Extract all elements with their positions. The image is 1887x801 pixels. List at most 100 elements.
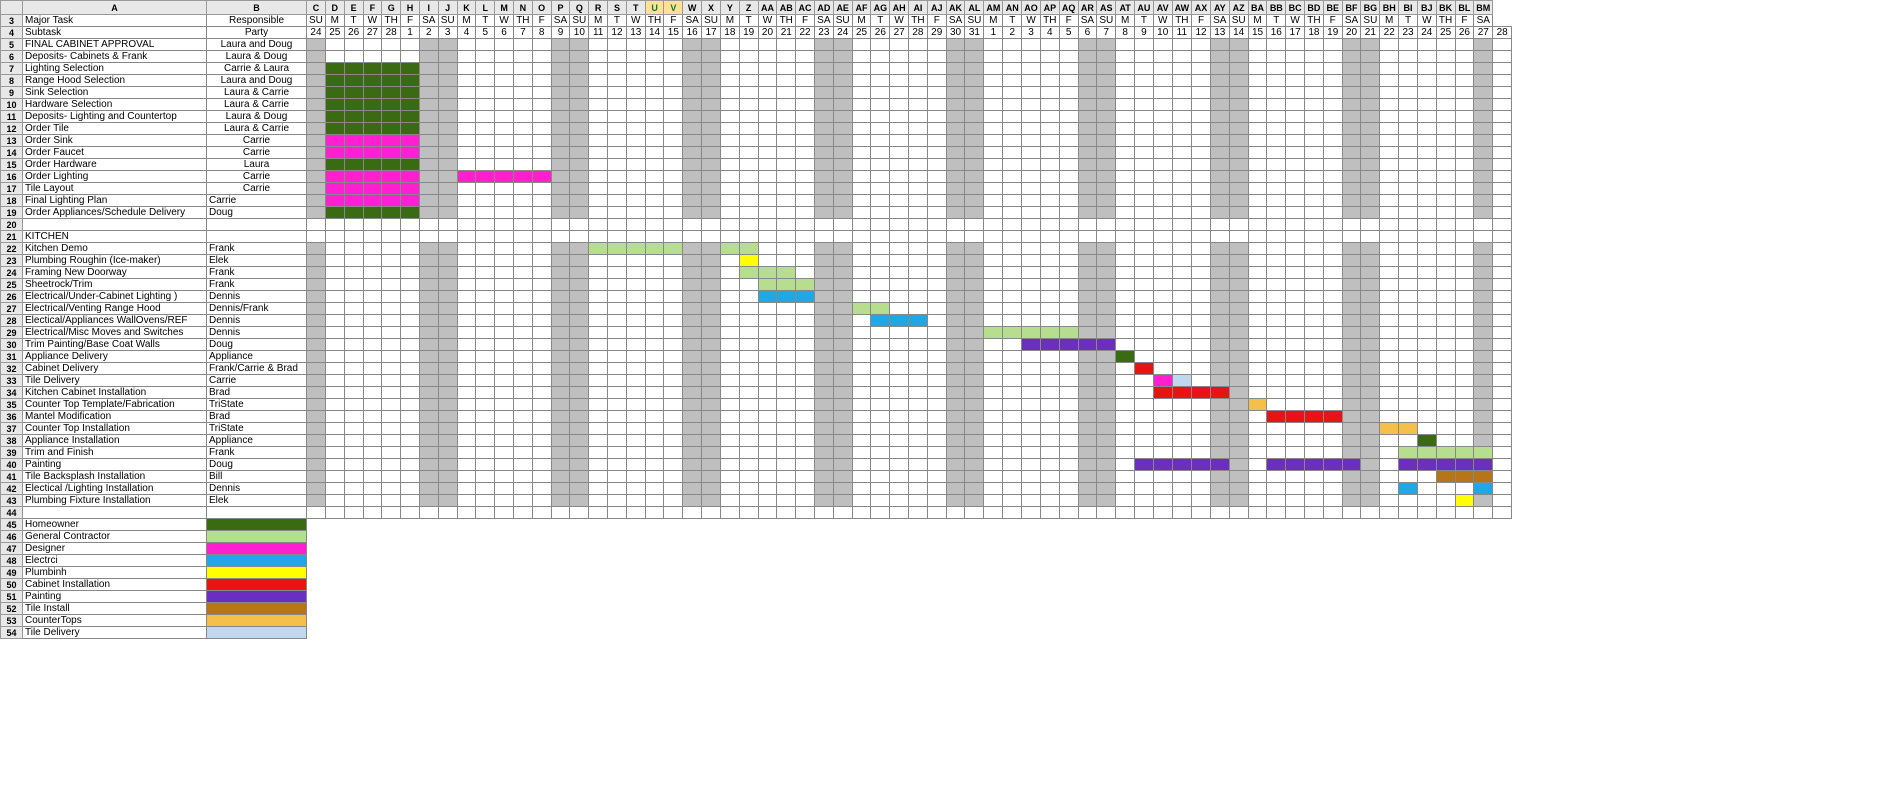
- cell-r31-d16[interactable]: [608, 351, 627, 363]
- cell-r40-d8[interactable]: [457, 459, 476, 471]
- cell-r6-d9[interactable]: [476, 51, 495, 63]
- cell-r11-d59[interactable]: [1417, 111, 1436, 123]
- cell-r35-d34[interactable]: [946, 399, 965, 411]
- cell-r32-d2[interactable]: [344, 363, 363, 375]
- cell-r33-d58[interactable]: [1399, 375, 1418, 387]
- cell-r15-d63[interactable]: [1493, 159, 1512, 171]
- cell-r5-d15[interactable]: [589, 39, 608, 51]
- cell-r24-d6[interactable]: [419, 267, 438, 279]
- cell-r32-d14[interactable]: [570, 363, 589, 375]
- cell-r27-d42[interactable]: [1097, 303, 1116, 315]
- cell-r16-d56[interactable]: [1361, 171, 1380, 183]
- cell-r17-d11[interactable]: [513, 183, 532, 195]
- cell-r29-d45[interactable]: [1153, 327, 1172, 339]
- cell-r7-d19[interactable]: [664, 63, 683, 75]
- cell-r27-d56[interactable]: [1361, 303, 1380, 315]
- cell-A4[interactable]: Subtask: [23, 27, 207, 39]
- cell-r16-d43[interactable]: [1116, 171, 1135, 183]
- cell-r9-d12[interactable]: [532, 87, 551, 99]
- cell-r16-d15[interactable]: [589, 171, 608, 183]
- cell-r13-d3[interactable]: [363, 135, 382, 147]
- cell-r7-d54[interactable]: [1323, 63, 1342, 75]
- cell-r28-d12[interactable]: [532, 315, 551, 327]
- cell-r7-d45[interactable]: [1153, 63, 1172, 75]
- cell-r23-d1[interactable]: [325, 255, 344, 267]
- cell-r35-d56[interactable]: [1361, 399, 1380, 411]
- cell-r28-d36[interactable]: [984, 315, 1003, 327]
- date-56[interactable]: 21: [1361, 27, 1380, 39]
- cell-r13-d36[interactable]: [984, 135, 1003, 147]
- task-name-23[interactable]: Plumbing Roughin (Ice-maker): [23, 255, 207, 267]
- cell-r10-d23[interactable]: [739, 99, 758, 111]
- cell-r7-d37[interactable]: [1003, 63, 1022, 75]
- cell-r31-d59[interactable]: [1417, 351, 1436, 363]
- cell-r23-d28[interactable]: [833, 255, 852, 267]
- cell-r31-d56[interactable]: [1361, 351, 1380, 363]
- cell-r7-d60[interactable]: [1436, 63, 1455, 75]
- task-party-22[interactable]: Frank: [207, 243, 307, 255]
- row-header-49[interactable]: 49: [1, 567, 23, 579]
- cell-r26-d6[interactable]: [419, 291, 438, 303]
- cell-r21-d51[interactable]: [1267, 231, 1286, 243]
- cell-r36-d21[interactable]: [702, 411, 721, 423]
- cell-r10-d55[interactable]: [1342, 99, 1361, 111]
- cell-r41-d36[interactable]: [984, 471, 1003, 483]
- cell-r14-d9[interactable]: [476, 147, 495, 159]
- cell-r42-d24[interactable]: [758, 483, 777, 495]
- cell-r39-d54[interactable]: [1323, 447, 1342, 459]
- cell-r25-d59[interactable]: [1417, 279, 1436, 291]
- cell-r35-d36[interactable]: [984, 399, 1003, 411]
- cell-r42-d32[interactable]: [909, 483, 928, 495]
- date-55[interactable]: 20: [1342, 27, 1361, 39]
- date-41[interactable]: 6: [1078, 27, 1097, 39]
- cell-r22-d57[interactable]: [1380, 243, 1399, 255]
- cell-r14-d3[interactable]: [363, 147, 382, 159]
- date-4[interactable]: 28: [382, 27, 401, 39]
- cell-r35-d11[interactable]: [513, 399, 532, 411]
- cell-r42-d35[interactable]: [965, 483, 984, 495]
- cell-r28-d39[interactable]: [1040, 315, 1059, 327]
- cell-r6-d10[interactable]: [495, 51, 514, 63]
- cell-r7-d39[interactable]: [1040, 63, 1059, 75]
- cell-r19-d33[interactable]: [927, 207, 946, 219]
- weekday-47[interactable]: F: [1192, 15, 1211, 27]
- cell-r18-d49[interactable]: [1229, 195, 1248, 207]
- col-header-R[interactable]: R: [589, 1, 608, 15]
- cell-r20-d34[interactable]: [946, 219, 965, 231]
- cell-r35-d50[interactable]: [1248, 399, 1267, 411]
- cell-r5-d30[interactable]: [871, 39, 890, 51]
- cell-r6-d54[interactable]: [1323, 51, 1342, 63]
- cell-r31-d41[interactable]: [1078, 351, 1097, 363]
- cell-r7-d32[interactable]: [909, 63, 928, 75]
- cell-r5-d57[interactable]: [1380, 39, 1399, 51]
- cell-r8-d48[interactable]: [1210, 75, 1229, 87]
- cell-r15-d59[interactable]: [1417, 159, 1436, 171]
- cell-r26-d46[interactable]: [1172, 291, 1192, 303]
- task-party-34[interactable]: Brad: [207, 387, 307, 399]
- cell-r18-d23[interactable]: [739, 195, 758, 207]
- cell-r20-d32[interactable]: [909, 219, 928, 231]
- cell-r14-d57[interactable]: [1380, 147, 1399, 159]
- cell-r28-d30[interactable]: [871, 315, 890, 327]
- cell-r27-d10[interactable]: [495, 303, 514, 315]
- cell-r18-d35[interactable]: [965, 195, 984, 207]
- cell-r7-d38[interactable]: [1022, 63, 1041, 75]
- cell-r29-d25[interactable]: [777, 327, 796, 339]
- weekday-7[interactable]: SU: [438, 15, 457, 27]
- col-header-AD[interactable]: AD: [814, 1, 833, 15]
- cell-r17-d60[interactable]: [1436, 183, 1455, 195]
- cell-r19-d53[interactable]: [1305, 207, 1324, 219]
- cell-r28-d26[interactable]: [796, 315, 815, 327]
- cell-r24-d60[interactable]: [1436, 267, 1455, 279]
- cell-r5-d20[interactable]: [683, 39, 702, 51]
- cell-r32-d59[interactable]: [1417, 363, 1436, 375]
- cell-r38-d37[interactable]: [1003, 435, 1022, 447]
- cell-r44-d18[interactable]: [645, 507, 664, 519]
- cell-r22-d34[interactable]: [946, 243, 965, 255]
- cell-r10-d26[interactable]: [796, 99, 815, 111]
- cell-r26-d60[interactable]: [1436, 291, 1455, 303]
- cell-r34-d32[interactable]: [909, 387, 928, 399]
- cell-r29-d30[interactable]: [871, 327, 890, 339]
- cell-r12-d21[interactable]: [702, 123, 721, 135]
- cell-r11-d26[interactable]: [796, 111, 815, 123]
